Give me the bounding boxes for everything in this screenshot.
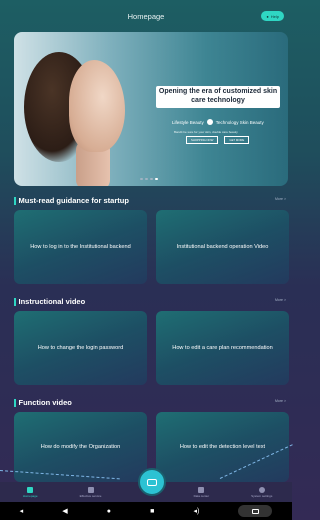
tab-label: Effective service [79, 493, 102, 498]
help-label: Help [270, 13, 279, 19]
brand-dot-icon [206, 119, 213, 125]
home-icon [27, 486, 34, 493]
banner-button-1[interactable]: SHOPPING NOW [186, 136, 219, 144]
video-card[interactable]: How to edit a care plan recommendation [156, 311, 289, 385]
section-accent-bar [14, 398, 16, 407]
more-link-startup[interactable]: More > [275, 197, 286, 201]
section-title-text: Must-read guidance for startup [18, 196, 129, 205]
video-card-title: Institutional backend operation Video [176, 244, 269, 250]
system-nav-bar: ◂ ◀ ● ■ ◂) [0, 502, 292, 520]
home-nav-icon[interactable]: ● [107, 508, 111, 515]
tab-system-settings[interactable]: System settings [237, 486, 287, 498]
banner-sub-right: Technology Skin Beauty [215, 119, 264, 125]
section-title-text: Instructional video [18, 297, 86, 306]
video-card[interactable]: Institutional backend operation Video [156, 210, 289, 284]
video-card[interactable]: How to change the login password [14, 311, 147, 385]
service-icon [87, 486, 94, 493]
tab-data-center[interactable]: Data center [176, 486, 226, 498]
recents-icon[interactable]: ■ [150, 508, 154, 515]
banner-description: Bandit be sure for your skin, double car… [174, 130, 238, 134]
section-accent-bar [14, 297, 16, 306]
banner-subtitle: Lifestyle Beauty Technology Skin Beauty [172, 119, 264, 125]
tab-label: System settings [251, 493, 273, 498]
back-icon[interactable]: ◀ [62, 507, 67, 515]
video-card-title: How to edit the detection level text [179, 444, 266, 450]
section-title-startup: Must-read guidance for startup [14, 196, 129, 205]
page-title: Homepage [127, 11, 165, 21]
tab-effective-service[interactable]: Effective service [66, 486, 116, 498]
data-icon [198, 486, 205, 493]
video-card[interactable]: How to log in to the Institutional backe… [14, 210, 147, 284]
carousel-indicator[interactable] [140, 178, 158, 180]
banner-button-2[interactable]: GET MORE [224, 136, 250, 144]
tab-label: Data center [193, 493, 210, 498]
headset-icon: ● [266, 13, 269, 19]
banner-headline: Opening the era of customized skin care … [156, 86, 280, 108]
camera-fab-button[interactable] [138, 468, 166, 496]
more-link-instructional[interactable]: More > [275, 298, 286, 302]
video-card[interactable]: How to edit the detection level text [156, 412, 289, 482]
video-card-title: How do modify the Organization [40, 444, 121, 450]
section-title-function: Function video [14, 398, 72, 407]
screenshot-camera-button[interactable] [238, 505, 273, 517]
tab-homepage[interactable]: Homepage [5, 486, 55, 498]
section-accent-bar [14, 196, 16, 205]
section-title-instructional: Instructional video [14, 297, 85, 306]
camera-nav-icon [251, 508, 259, 514]
volume-up-icon[interactable]: ◂) [193, 507, 199, 515]
model-face [69, 60, 125, 152]
settings-icon [258, 486, 265, 493]
more-link-function[interactable]: More > [275, 399, 286, 403]
banner-sub-left: Lifestyle Beauty [172, 119, 204, 125]
volume-down-icon[interactable]: ◂ [20, 507, 24, 515]
section-title-text: Function video [18, 398, 72, 407]
video-card-title: How to edit a care plan recommendation [172, 345, 273, 351]
video-card-title: How to log in to the Institutional backe… [30, 244, 131, 250]
video-card-title: How to change the login password [37, 345, 124, 351]
camera-icon [147, 478, 157, 486]
top-header: Homepage ● Help [0, 0, 292, 32]
help-button[interactable]: ● Help [261, 11, 284, 21]
promo-banner[interactable]: Opening the era of customized skin care … [14, 32, 288, 186]
banner-buttons: SHOPPING NOW GET MORE [186, 136, 250, 144]
tab-label: Homepage [22, 493, 38, 498]
